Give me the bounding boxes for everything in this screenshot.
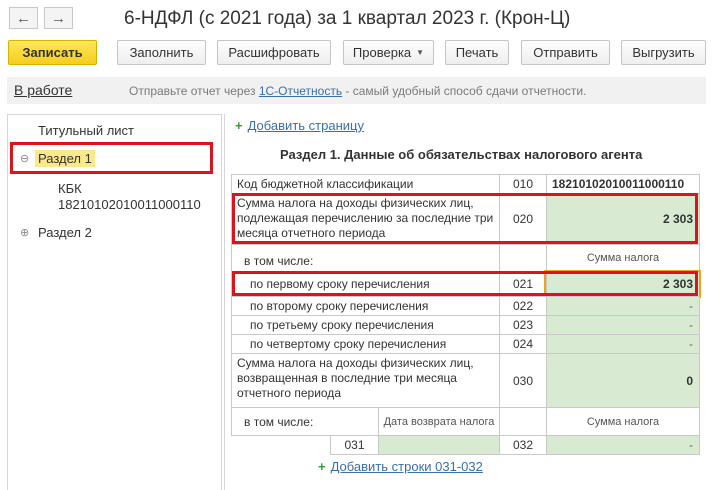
status-link[interactable]: В работе xyxy=(14,82,72,98)
row-031-date-value[interactable] xyxy=(378,435,500,455)
export-button[interactable]: Выгрузить xyxy=(621,40,706,65)
row-023-value[interactable]: - xyxy=(546,315,700,335)
including-label: в том числе: xyxy=(231,244,500,272)
check-dropdown-button[interactable]: Проверка ▼ xyxy=(343,40,434,65)
save-button[interactable]: Записать xyxy=(8,40,97,65)
row-023-label: по третьему сроку перечисления xyxy=(231,315,500,335)
check-label: Проверка xyxy=(352,45,412,60)
dropdown-arrow-icon: ▼ xyxy=(416,48,425,57)
back-button[interactable]: ← xyxy=(9,7,38,29)
row-021-code: 021 xyxy=(499,271,547,297)
add-page-label: Добавить страницу xyxy=(247,118,364,133)
row-023-code: 023 xyxy=(499,315,547,335)
row-024-code: 024 xyxy=(499,334,547,354)
section-title: Раздел 1. Данные об обязательствах налог… xyxy=(280,147,643,162)
row-024-label: по четвертому сроку перечисления xyxy=(231,334,500,354)
row-022-label: по второму сроку перечисления xyxy=(231,296,500,316)
hint-text: Отправьте отчет через 1С-Отчетность - са… xyxy=(129,84,586,98)
row-021-value[interactable]: 2 303 xyxy=(546,271,700,297)
hint-after: - самый удобный способ сдачи отчетности. xyxy=(342,84,587,98)
row-021-label: по первому сроку перечисления xyxy=(231,271,500,297)
tree-item-section-1[interactable]: Раздел 1 xyxy=(35,150,95,167)
return-date-header: Дата возврата налога xyxy=(378,407,500,436)
kbk-row-code: 010 xyxy=(499,174,547,194)
row-022-value[interactable]: - xyxy=(546,296,700,316)
kbk-row-label: Код бюджетной классификации xyxy=(231,174,500,194)
kbk-value-field[interactable]: 18210102010011000110 xyxy=(546,174,700,194)
tree-item-kbk-label[interactable]: КБК xyxy=(58,181,82,196)
row-032-code: 032 xyxy=(499,435,547,455)
row-032-value[interactable]: - xyxy=(546,435,700,455)
row-030-code: 030 xyxy=(499,353,547,408)
arrow-left-icon: ← xyxy=(16,9,31,27)
hint-before: Отправьте отчет через xyxy=(129,84,259,98)
add-rows-label: Добавить строки 031-032 xyxy=(330,459,483,474)
expand-icon[interactable]: ⊕ xyxy=(20,226,29,239)
row-030-value[interactable]: 0 xyxy=(546,353,700,408)
including-code-empty xyxy=(499,244,547,272)
row-020-code: 020 xyxy=(499,193,547,245)
panel-divider xyxy=(224,114,225,490)
send-button[interactable]: Отправить xyxy=(521,40,610,65)
collapse-icon[interactable]: ⊖ xyxy=(20,152,29,165)
tax-sum-header: Сумма налога xyxy=(546,244,700,272)
info-bar: В работе Отправьте отчет через 1С-Отчетн… xyxy=(7,77,706,104)
row-020-label: Сумма налога на доходы физических лиц, п… xyxy=(231,193,500,245)
decode-button[interactable]: Расшифровать xyxy=(217,40,331,65)
tax-sum-header-2: Сумма налога xyxy=(546,407,700,436)
row-031-code: 031 xyxy=(330,435,379,455)
sections-tree: Титульный лист ⊖ Раздел 1 КБК 1821010201… xyxy=(7,114,222,490)
add-page-link[interactable]: + Добавить страницу xyxy=(235,118,364,133)
print-button[interactable]: Печать xyxy=(445,40,509,65)
reporting-link[interactable]: 1С-Отчетность xyxy=(259,84,342,98)
row-030-label: Сумма налога на доходы физических лиц, в… xyxy=(231,353,500,408)
row-022-code: 022 xyxy=(499,296,547,316)
tree-item-title-page[interactable]: Титульный лист xyxy=(38,123,134,138)
row-024-value[interactable]: - xyxy=(546,334,700,354)
tree-item-kbk-value[interactable]: 18210102010011000110 xyxy=(58,197,201,212)
row-020-value[interactable]: 2 303 xyxy=(546,193,700,245)
including2-code-empty xyxy=(499,407,547,436)
plus-icon: + xyxy=(235,118,243,133)
including-label-2: в том числе: xyxy=(231,407,379,436)
window-title: 6-НДФЛ (с 2021 года) за 1 квартал 2023 г… xyxy=(124,8,571,29)
arrow-right-icon: → xyxy=(51,9,66,27)
forward-button[interactable]: → xyxy=(44,7,73,29)
fill-button[interactable]: Заполнить xyxy=(117,40,206,65)
tree-item-section-2[interactable]: Раздел 2 xyxy=(38,225,92,240)
add-rows-link[interactable]: + Добавить строки 031-032 xyxy=(318,459,483,474)
plus-icon: + xyxy=(318,459,326,474)
